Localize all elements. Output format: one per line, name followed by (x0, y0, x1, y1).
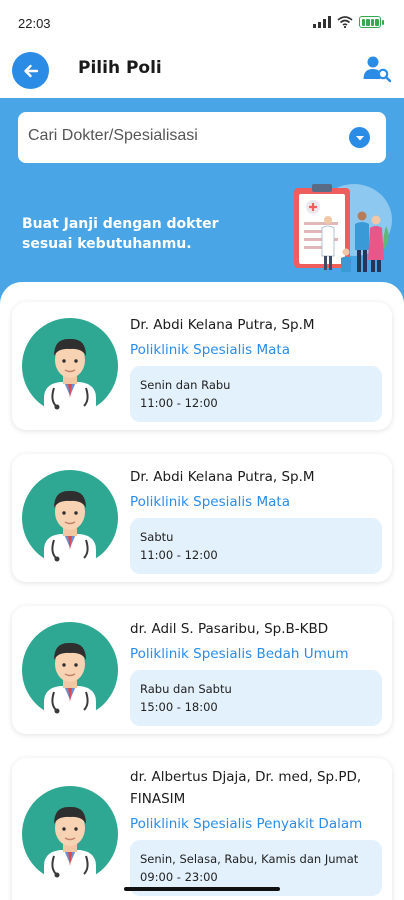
doctor-poli: Poliklinik Spesialis Bedah Umum (130, 646, 349, 662)
status-bar: 22:03 (0, 0, 404, 48)
schedule-hours: 11:00 - 12:00 (140, 548, 218, 562)
doctor-card[interactable]: Dr. Abdi Kelana Putra, Sp.M Poliklinik S… (12, 454, 392, 582)
battery-icon (359, 16, 384, 28)
doctor-consultation-illustration (294, 184, 392, 272)
page-title: Pilih Poli (78, 58, 162, 78)
doctor-poli: Poliklinik Spesialis Penyakit Dalam (130, 816, 363, 832)
doctor-card[interactable]: Dr. Abdi Kelana Putra, Sp.M Poliklinik S… (12, 302, 392, 430)
user-search-icon (363, 56, 392, 83)
doctor-poli: Poliklinik Spesialis Mata (130, 342, 290, 358)
search-placeholder: Cari Dokter/Spesialisasi (28, 127, 198, 144)
doctor-list: Dr. Abdi Kelana Putra, Sp.M Poliklinik S… (0, 282, 404, 900)
user-search-button[interactable] (362, 54, 392, 84)
status-time: 22:03 (18, 16, 51, 31)
back-button[interactable] (12, 52, 49, 89)
schedule-box: Sabtu 11:00 - 12:00 (130, 518, 382, 574)
schedule-hours: 11:00 - 12:00 (140, 396, 218, 410)
schedule-days: Senin, Selasa, Rabu, Kamis dan Jumat (140, 852, 359, 866)
app-header: Pilih Poli (0, 48, 404, 98)
schedule-days: Senin dan Rabu (140, 378, 231, 392)
schedule-box: Senin dan Rabu 11:00 - 12:00 (130, 366, 382, 422)
doctor-poli: Poliklinik Spesialis Mata (130, 494, 290, 510)
arrow-left-icon (23, 64, 38, 77)
doctor-name: Dr. Abdi Kelana Putra, Sp.M (130, 469, 315, 485)
status-icons (313, 16, 384, 28)
search-dropdown[interactable]: Cari Dokter/Spesialisasi (18, 112, 386, 163)
dropdown-button[interactable] (349, 127, 370, 148)
wifi-icon (337, 16, 353, 28)
signal-icon (313, 16, 331, 28)
doctor-name: Dr. Abdi Kelana Putra, Sp.M (130, 317, 315, 333)
doctor-name: dr. Albertus Djaja, Dr. med, Sp.PD, FINA… (130, 769, 362, 807)
doctor-avatar-icon (22, 622, 118, 718)
doctor-avatar-icon (22, 786, 118, 882)
doctor-card[interactable]: dr. Albertus Djaja, Dr. med, Sp.PD, FINA… (12, 758, 392, 900)
schedule-hours: 09:00 - 23:00 (140, 870, 218, 884)
schedule-days: Sabtu (140, 530, 174, 544)
hero-tagline: Buat Janji dengan dokter sesuai kebutuha… (22, 216, 219, 252)
schedule-days: Rabu dan Sabtu (140, 682, 232, 696)
schedule-hours: 15:00 - 18:00 (140, 700, 218, 714)
chevron-down-icon (355, 135, 364, 140)
doctor-avatar-icon (22, 318, 118, 414)
doctor-avatar-icon (22, 470, 118, 566)
doctor-card[interactable]: dr. Adil S. Pasaribu, Sp.B-KBD Poliklini… (12, 606, 392, 734)
home-indicator[interactable] (124, 887, 280, 891)
doctor-name: dr. Adil S. Pasaribu, Sp.B-KBD (130, 621, 329, 637)
schedule-box: Rabu dan Sabtu 15:00 - 18:00 (130, 670, 382, 726)
